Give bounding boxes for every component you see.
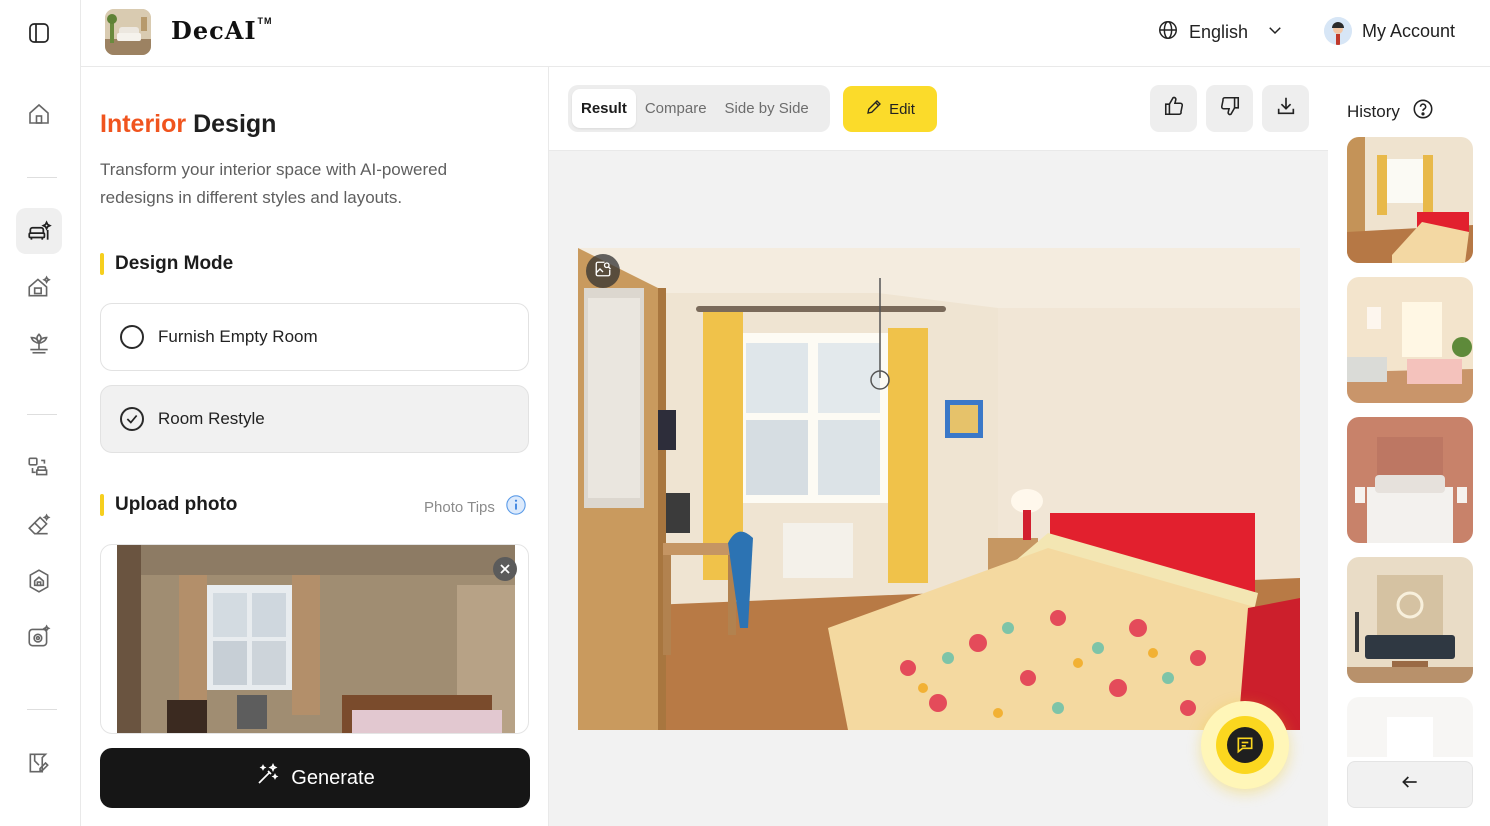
page-title: Interior Design: [100, 110, 277, 138]
page-description: Transform your interior space with AI-po…: [100, 160, 448, 207]
rail-divider: [27, 177, 57, 178]
collapse-history-button[interactable]: [1347, 761, 1473, 808]
edit-label: Edit: [889, 100, 915, 118]
edit-button[interactable]: Edit: [843, 86, 937, 132]
chevron-down-icon: [1266, 21, 1284, 44]
magic-wand-icon: [255, 763, 279, 793]
home-staging-icon[interactable]: [16, 558, 62, 604]
rail-divider: [27, 414, 57, 415]
pencil-icon: [865, 98, 883, 120]
thumbs-down-icon: [1219, 95, 1241, 122]
rail-divider: [27, 709, 57, 710]
thumbs-down-button[interactable]: [1206, 85, 1253, 132]
remove-photo-button[interactable]: [493, 557, 517, 581]
design-mode-heading: Design Mode: [100, 253, 233, 275]
avatar: [1324, 17, 1352, 45]
mode-option-furnish-empty-room[interactable]: Furnish Empty Room: [100, 303, 529, 371]
home-icon[interactable]: [16, 91, 62, 137]
globe-icon: [1157, 19, 1179, 46]
help-icon[interactable]: [1412, 98, 1434, 125]
language-label: English: [1189, 22, 1249, 42]
mode-option-room-restyle[interactable]: Room Restyle: [100, 385, 529, 453]
section-accent-bar: [100, 494, 104, 516]
view-mode-tabs: Result Compare Side by Side: [568, 85, 830, 132]
download-button[interactable]: [1262, 85, 1309, 132]
uploaded-room-photo: [117, 545, 515, 733]
radio-checked-icon: [120, 407, 144, 431]
history-panel: History: [1328, 67, 1490, 826]
section-accent-bar: [100, 253, 104, 275]
top-header: DecAITM English My Account: [81, 0, 1490, 67]
account-menu[interactable]: My Account: [1324, 17, 1455, 45]
download-icon: [1275, 95, 1297, 122]
history-heading: History: [1347, 98, 1434, 125]
left-rail: [0, 0, 81, 826]
furniture-swap-icon[interactable]: [16, 445, 62, 491]
app-logo[interactable]: [105, 9, 151, 55]
photo-tips-link[interactable]: Photo Tips: [424, 494, 527, 520]
mode-option-label: Furnish Empty Room: [158, 327, 318, 346]
generate-button[interactable]: Generate: [100, 748, 530, 808]
generate-label: Generate: [291, 766, 375, 789]
history-thumbnail[interactable]: [1347, 557, 1473, 683]
photo-enhance-icon[interactable]: [16, 614, 62, 660]
design-settings-panel: Interior Design Transform your interior …: [81, 67, 549, 826]
garden-design-icon[interactable]: [16, 320, 62, 366]
photo-tips-label: Photo Tips: [424, 498, 495, 516]
upload-dropzone[interactable]: [100, 544, 529, 734]
interior-design-icon[interactable]: [16, 208, 62, 254]
thumbs-up-button[interactable]: [1150, 85, 1197, 132]
chat-button[interactable]: [1201, 701, 1289, 789]
history-thumbnail[interactable]: [1347, 417, 1473, 543]
tab-result[interactable]: Result: [572, 89, 636, 128]
arrow-left-icon: [1400, 772, 1420, 797]
history-thumbnail[interactable]: [1347, 277, 1473, 403]
language-selector[interactable]: English: [1157, 19, 1284, 46]
image-info-button[interactable]: [586, 254, 620, 288]
result-viewer: Result Compare Side by Side Edit: [549, 67, 1328, 826]
trademark-mark: TM: [257, 16, 273, 26]
history-label: History: [1347, 101, 1400, 121]
radio-unchecked-icon: [120, 325, 144, 349]
account-label: My Account: [1362, 20, 1456, 41]
history-thumbnail[interactable]: [1347, 697, 1473, 757]
image-search-icon: [594, 260, 612, 283]
chat-button-ring: [1216, 716, 1274, 774]
sidebar-toggle-icon[interactable]: [16, 10, 62, 56]
thumbs-up-icon: [1163, 95, 1185, 122]
generated-room-image[interactable]: [578, 248, 1300, 730]
eraser-icon[interactable]: [16, 502, 62, 548]
result-toolbar: Result Compare Side by Side Edit: [549, 67, 1328, 151]
history-thumbnail[interactable]: [1347, 137, 1473, 263]
tab-compare[interactable]: Compare: [636, 89, 716, 128]
tab-side-by-side[interactable]: Side by Side: [716, 89, 818, 128]
info-icon: [505, 494, 527, 520]
floor-plan-icon[interactable]: [16, 740, 62, 786]
upload-photo-heading: Upload photo: [100, 494, 237, 516]
app-name: DecAITM: [171, 16, 273, 45]
chat-icon: [1227, 727, 1263, 763]
mode-option-label: Room Restyle: [158, 409, 265, 428]
exterior-design-icon[interactable]: [16, 264, 62, 310]
